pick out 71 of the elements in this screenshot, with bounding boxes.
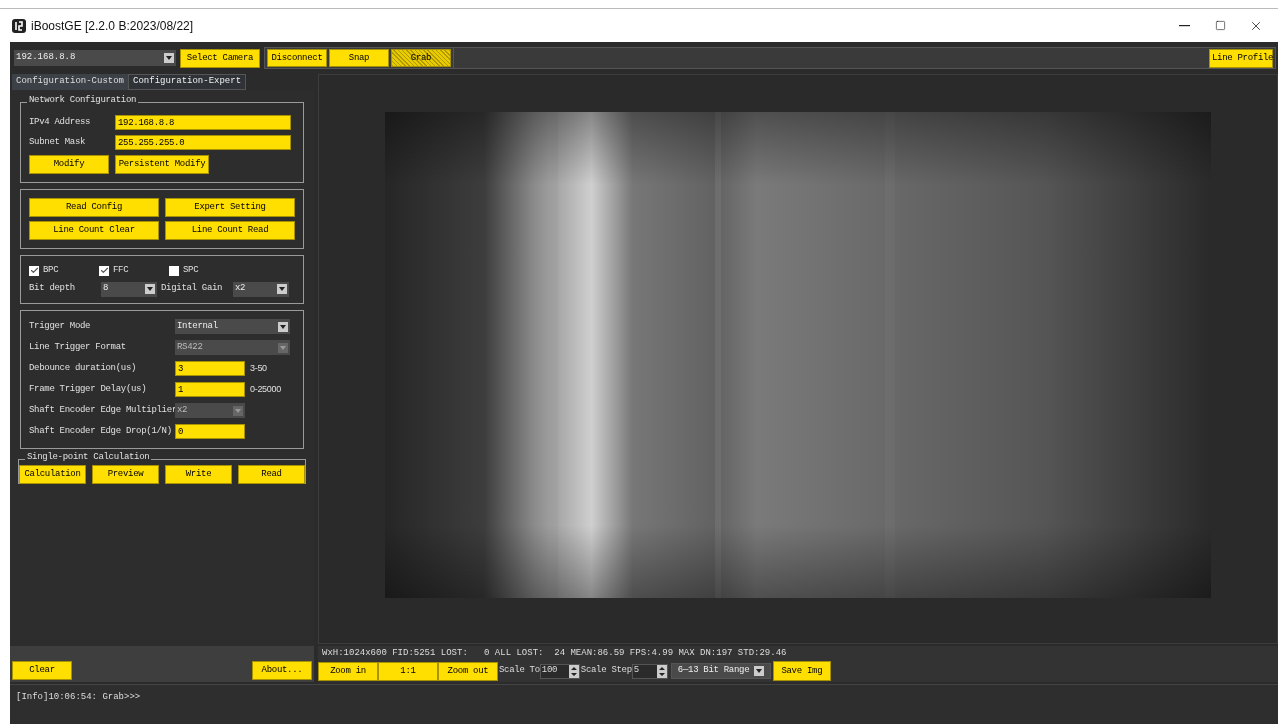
dropdown-arrow-icon	[145, 284, 155, 294]
input-field[interactable]: 0	[175, 424, 245, 439]
field-label: Scale To	[499, 664, 540, 678]
spin-box[interactable]: 100	[539, 663, 580, 679]
checkbox[interactable]	[169, 265, 179, 276]
input-field[interactable]: 3	[175, 361, 245, 376]
select-camera-button[interactable]: Select Camera	[180, 48, 260, 68]
tab[interactable]: Configuration-Expert	[128, 74, 247, 90]
app-logo-icon	[12, 18, 26, 33]
dropdown[interactable]: 8	[101, 281, 157, 297]
zoom-out-button[interactable]: Zoom out	[438, 661, 498, 681]
persistent-modify-button[interactable]: Persistent Modify	[115, 155, 209, 174]
field-label: Bit depth	[29, 282, 76, 296]
field-label: Shaft Encoder Edge Drop(1/N)	[29, 424, 173, 438]
save-image-button[interactable]: Save Img	[772, 661, 831, 681]
dropdown-arrow-icon	[278, 342, 288, 353]
toolbar-button[interactable]: Disconnect	[267, 49, 327, 67]
checkbox-label: FFC	[113, 264, 129, 277]
line-profile-button[interactable]: Line Profile	[1209, 48, 1273, 68]
calculation-button[interactable]: Preview	[92, 464, 159, 484]
clear-button[interactable]: Clear	[12, 661, 72, 680]
spin-box[interactable]: 5	[631, 663, 668, 679]
config-button[interactable]: Expert Setting	[165, 198, 295, 217]
minimize-icon	[1178, 24, 1190, 27]
dropdown[interactable]: 192.168.8.8	[14, 50, 176, 66]
calculation-button[interactable]: Write	[165, 464, 232, 484]
toolbar-button[interactable]: Grab	[391, 49, 451, 67]
calculation-button[interactable]: Calculation	[19, 464, 86, 484]
dropdown-arrow-icon	[164, 53, 174, 63]
field-label: Scale Step	[580, 664, 632, 678]
dropdown-arrow-icon	[233, 405, 243, 416]
field-label: Subnet Mask	[29, 135, 87, 149]
dropdown-arrow-icon	[753, 666, 764, 676]
calculation-button[interactable]: Read	[238, 464, 305, 484]
field-label: Trigger Mode	[29, 319, 92, 333]
dropdown[interactable]: x2	[233, 281, 289, 297]
field-label: Line Trigger Format	[29, 340, 127, 354]
zoom-in-button[interactable]: Zoom in	[318, 661, 378, 681]
config-button[interactable]: Line Count Read	[165, 221, 295, 240]
input-field[interactable]: 192.168.8.8	[115, 115, 291, 130]
field-label: Frame Trigger Delay(us)	[29, 382, 148, 396]
group-title: Single-point Calculation	[25, 452, 152, 462]
range-hint: 3-50	[250, 361, 267, 375]
checkbox[interactable]	[29, 265, 39, 276]
dropdown-arrow-icon	[278, 321, 288, 332]
toolbar-button[interactable]: Snap	[329, 49, 389, 67]
log-line: [Info]10:06:54: Grab>>>	[16, 691, 142, 704]
maximize-icon	[1214, 20, 1226, 31]
field-label: Digital Gain	[161, 282, 224, 296]
about-button[interactable]: About...	[252, 661, 312, 680]
range-hint: 0-25000	[250, 382, 281, 396]
modify-button[interactable]: Modify	[29, 155, 109, 174]
spin-arrows-icon	[568, 664, 579, 678]
group-title: Network Configuration	[27, 96, 139, 105]
field-label: IPv4 Address	[29, 115, 92, 129]
input-field[interactable]: 1	[175, 382, 245, 397]
spin-arrows-icon	[656, 664, 667, 678]
input-field[interactable]: 255.255.255.0	[115, 135, 291, 150]
checkbox-label: BPC	[43, 264, 59, 277]
dropdown-arrow-icon	[277, 284, 287, 294]
dropdown[interactable]: 6—13 Bit Range	[670, 663, 771, 679]
checkbox-label: SPC	[183, 264, 199, 277]
field-label: Debounce duration(us)	[29, 361, 138, 375]
config-button[interactable]: Line Count Clear	[29, 221, 159, 240]
tab[interactable]: Configuration-Custom	[12, 74, 129, 90]
config-button[interactable]: Read Config	[29, 198, 159, 217]
actual-size-button[interactable]: 1:1	[378, 661, 438, 681]
window-title: iBoostGE [2.2.0 B:2023/08/22]	[31, 17, 194, 35]
status-text: WxH:1024x600 FID:5251 LOST: 0 ALL LOST: 24 MEAN:86.59 FPS:4.99 MAX DN:197 STD:29.46	[318, 646, 1278, 660]
dropdown[interactable]: Internal	[175, 319, 290, 334]
checkbox[interactable]	[99, 265, 109, 276]
